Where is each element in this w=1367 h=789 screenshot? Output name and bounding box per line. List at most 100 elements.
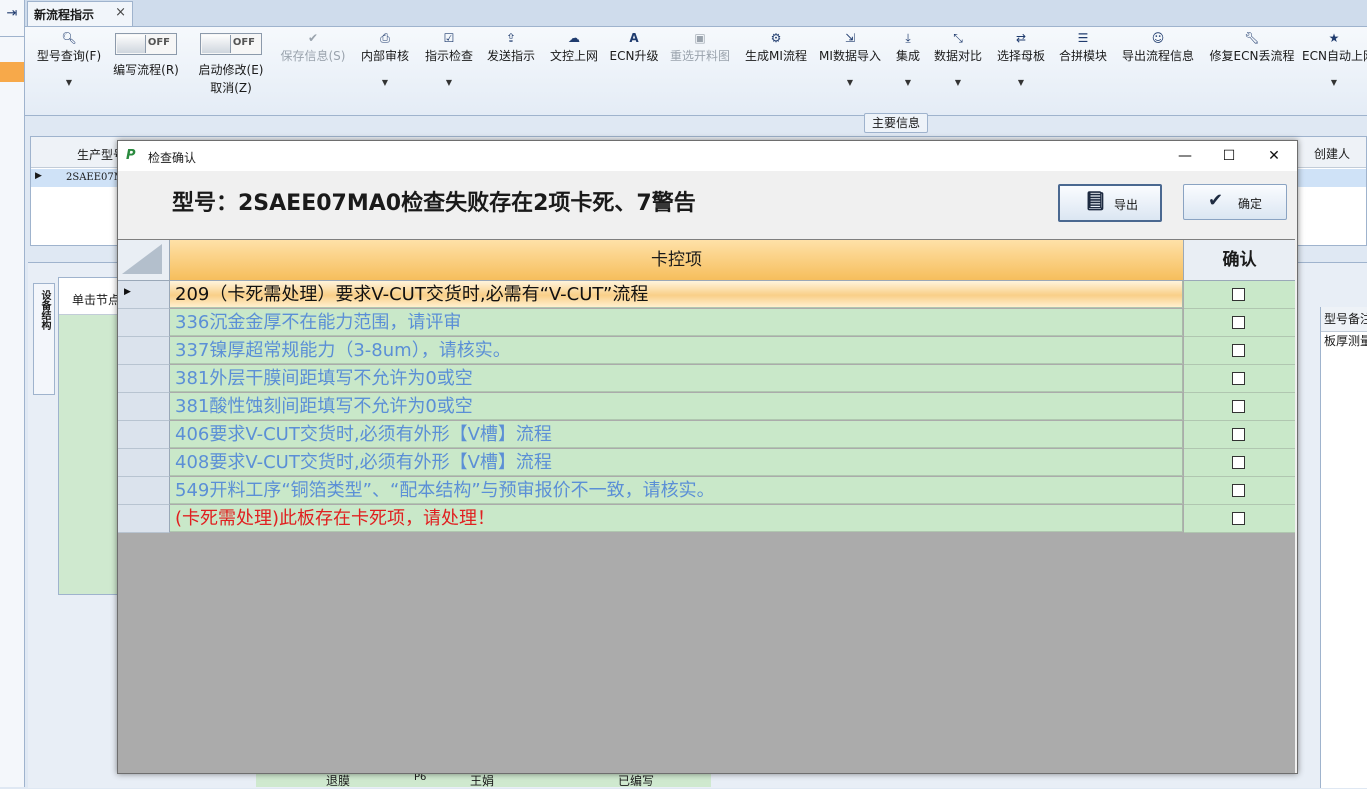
download-icon: ⤓ xyxy=(905,31,911,45)
send-instruction-button[interactable]: ⇪ 发送指示 xyxy=(484,27,538,97)
row-header[interactable] xyxy=(118,337,170,365)
fix-ecn-lost-process-button[interactable]: 🔧︎ 修复ECN丢流程 xyxy=(1208,27,1296,97)
ecn-upgrade-button[interactable]: A ECN升级 xyxy=(609,27,659,97)
row-header[interactable] xyxy=(118,365,170,393)
list-item[interactable]: 退膜 P6 王娟 已编写 xyxy=(256,772,711,788)
grid-header: 卡控项 确认 xyxy=(118,240,1295,281)
control-item-text: 406要求V-CUT交货时,必须有外形【V槽】流程 xyxy=(170,421,1183,448)
compress-icon: ⤡ xyxy=(953,31,963,45)
table-row[interactable]: 336沉金金厚不在能力范围，请评审 xyxy=(118,309,1295,337)
chevron-down-icon[interactable]: ▼ xyxy=(891,78,925,87)
model-query-button[interactable]: 🔍︎ 型号查询(F) ▼ xyxy=(31,27,107,97)
generate-mi-process-button[interactable]: ⚙ 生成MI流程 xyxy=(743,27,809,97)
confirm-checkbox[interactable] xyxy=(1232,344,1245,357)
upload-icon: ⇪ xyxy=(505,31,517,45)
tab-new-process[interactable]: 新流程指示 × xyxy=(27,1,133,26)
image-icon: ▣ xyxy=(694,31,706,45)
toggle-switch[interactable]: OFF xyxy=(200,33,262,55)
confirm-button[interactable]: ✔ 确定 xyxy=(1183,184,1287,220)
control-item-text: 549开料工序“铜箔类型”、“配本结构”与预审报价不一致，请核实。 xyxy=(170,477,1183,504)
confirm-checkbox[interactable] xyxy=(1232,372,1245,385)
column-header-control-item[interactable]: 卡控项 xyxy=(170,240,1184,281)
instruction-check-button[interactable]: ☑ 指示检查 ▼ xyxy=(422,27,476,97)
select-motherboard-button[interactable]: ⇄ 选择母板 ▼ xyxy=(994,27,1048,97)
toggle-switch[interactable]: OFF xyxy=(115,33,177,55)
control-item-text: (卡死需处理)此板存在卡死项，请处理！ xyxy=(170,505,1183,532)
chevron-down-icon[interactable]: ▼ xyxy=(31,78,107,87)
row-header[interactable] xyxy=(118,421,170,449)
chevron-down-icon[interactable]: ▼ xyxy=(1302,78,1366,87)
internal-review-button[interactable]: ⎙ 内部审核 ▼ xyxy=(358,27,412,97)
tab-bar: 新流程指示 × xyxy=(25,0,1367,27)
control-item-text: 336沉金金厚不在能力范围，请评审 xyxy=(170,309,1183,336)
table-row[interactable]: (卡死需处理)此板存在卡死项，请处理！ xyxy=(118,505,1295,533)
table-row[interactable]: 549开料工序“铜箔类型”、“配本结构”与预审报价不一致，请核实。 xyxy=(118,477,1295,505)
doc-control-online-button[interactable]: ☁ 文控上网 xyxy=(547,27,601,97)
table-row[interactable]: 381酸性蚀刻间距填写不允许为0或空 xyxy=(118,393,1295,421)
chevron-down-icon[interactable]: ▼ xyxy=(358,78,412,87)
app-logo-icon: P xyxy=(126,148,136,163)
confirm-checkbox[interactable] xyxy=(1232,484,1245,497)
reselect-cut-chart-button[interactable]: ▣ 重选开料图 xyxy=(667,27,733,97)
confirm-checkbox[interactable] xyxy=(1232,288,1245,301)
column-header-creator[interactable]: 创建人 xyxy=(1314,145,1350,162)
table-cell: 板厚测量 xyxy=(1324,334,1367,348)
confirm-checkbox[interactable] xyxy=(1232,400,1245,413)
dialog-title: 检查确认 xyxy=(148,151,197,165)
minimize-icon[interactable]: — xyxy=(1170,145,1200,167)
divider xyxy=(0,36,24,37)
row-header[interactable] xyxy=(118,449,170,477)
mi-data-import-button[interactable]: ⇲ MI数据导入 ▼ xyxy=(817,27,883,97)
export-process-info-button[interactable]: ☺ 导出流程信息 xyxy=(1119,27,1197,97)
row-header[interactable] xyxy=(118,505,170,533)
row-header[interactable] xyxy=(118,309,170,337)
control-item-text: 408要求V-CUT交货时,必须有外形【V槽】流程 xyxy=(170,449,1183,476)
select-all-corner[interactable] xyxy=(118,240,170,281)
chevron-down-icon[interactable]: ▼ xyxy=(994,78,1048,87)
side-tab-structure[interactable]: 设备结构 xyxy=(33,283,55,395)
table-row[interactable]: 406要求V-CUT交货时,必须有外形【V槽】流程 xyxy=(118,421,1295,449)
row-header[interactable]: ▶ xyxy=(118,281,170,309)
chevron-down-icon[interactable]: ▼ xyxy=(817,78,883,87)
confirm-checkbox[interactable] xyxy=(1232,512,1245,525)
row-header[interactable] xyxy=(118,393,170,421)
dialog-titlebar[interactable]: P 检查确认 — ☐ ✕ xyxy=(118,141,1297,171)
integrate-button[interactable]: ⤓ 集成 ▼ xyxy=(891,27,925,97)
confirm-checkbox[interactable] xyxy=(1232,456,1245,469)
list-icon: ☰ xyxy=(1077,31,1089,45)
control-item-text: 209（卡死需处理）要求V-CUT交货时,必需有“V-CUT”流程 xyxy=(170,281,1183,308)
chevron-down-icon[interactable]: ▼ xyxy=(422,78,476,87)
ribbon-group-label: 主要信息 xyxy=(864,113,928,133)
tab-label: 新流程指示 xyxy=(34,8,95,22)
star-icon: ★ xyxy=(1328,31,1340,45)
write-process-toggle[interactable]: OFF 编写流程(R) xyxy=(111,33,181,78)
active-nav-marker[interactable] xyxy=(0,62,24,82)
table-row[interactable]: 337镍厚超常规能力（3-8um），请核实。 xyxy=(118,337,1295,365)
table-row[interactable]: ▶ 209（卡死需处理）要求V-CUT交货时,必需有“V-CUT”流程 xyxy=(118,281,1295,309)
export-button[interactable]: 📘︎ 导出 xyxy=(1058,184,1162,222)
confirm-checkbox[interactable] xyxy=(1232,316,1245,329)
data-compare-button[interactable]: ⤡ 数据对比 ▼ xyxy=(931,27,985,97)
confirm-cell xyxy=(1184,477,1295,505)
row-header[interactable] xyxy=(118,477,170,505)
column-header-confirm[interactable]: 确认 xyxy=(1184,240,1295,281)
column-header-model-remark[interactable]: 型号备注 xyxy=(1321,307,1367,332)
save-info-button[interactable]: ✔ 保存信息(S) xyxy=(277,27,349,97)
close-icon[interactable]: ✕ xyxy=(1259,145,1289,167)
row-pointer-icon: ▶ xyxy=(35,171,42,181)
confirm-cell xyxy=(1184,365,1295,393)
table-row[interactable]: 408要求V-CUT交货时,必须有外形【V槽】流程 xyxy=(118,449,1295,477)
maximize-icon[interactable]: ☐ xyxy=(1214,145,1244,167)
control-item-text: 381酸性蚀刻间距填写不允许为0或空 xyxy=(170,393,1183,420)
close-icon[interactable]: × xyxy=(115,5,126,20)
table-row[interactable]: 381外层干膜间距填写不允许为0或空 xyxy=(118,365,1295,393)
start-edit-toggle[interactable]: OFF 启动修改(E) 取消(Z) xyxy=(193,33,269,96)
confirm-checkbox[interactable] xyxy=(1232,428,1245,441)
ecn-auto-online-button[interactable]: ★ ECN自动上网 ▼ xyxy=(1302,27,1367,97)
merge-module-button[interactable]: ☰ 合拼模块 xyxy=(1056,27,1110,97)
sign-in-icon[interactable]: ⇥ xyxy=(3,6,21,22)
confirm-cell xyxy=(1184,393,1295,421)
chevron-down-icon[interactable]: ▼ xyxy=(931,78,985,87)
row-pointer-icon: ▶ xyxy=(124,287,131,297)
confirm-cell xyxy=(1184,309,1295,337)
